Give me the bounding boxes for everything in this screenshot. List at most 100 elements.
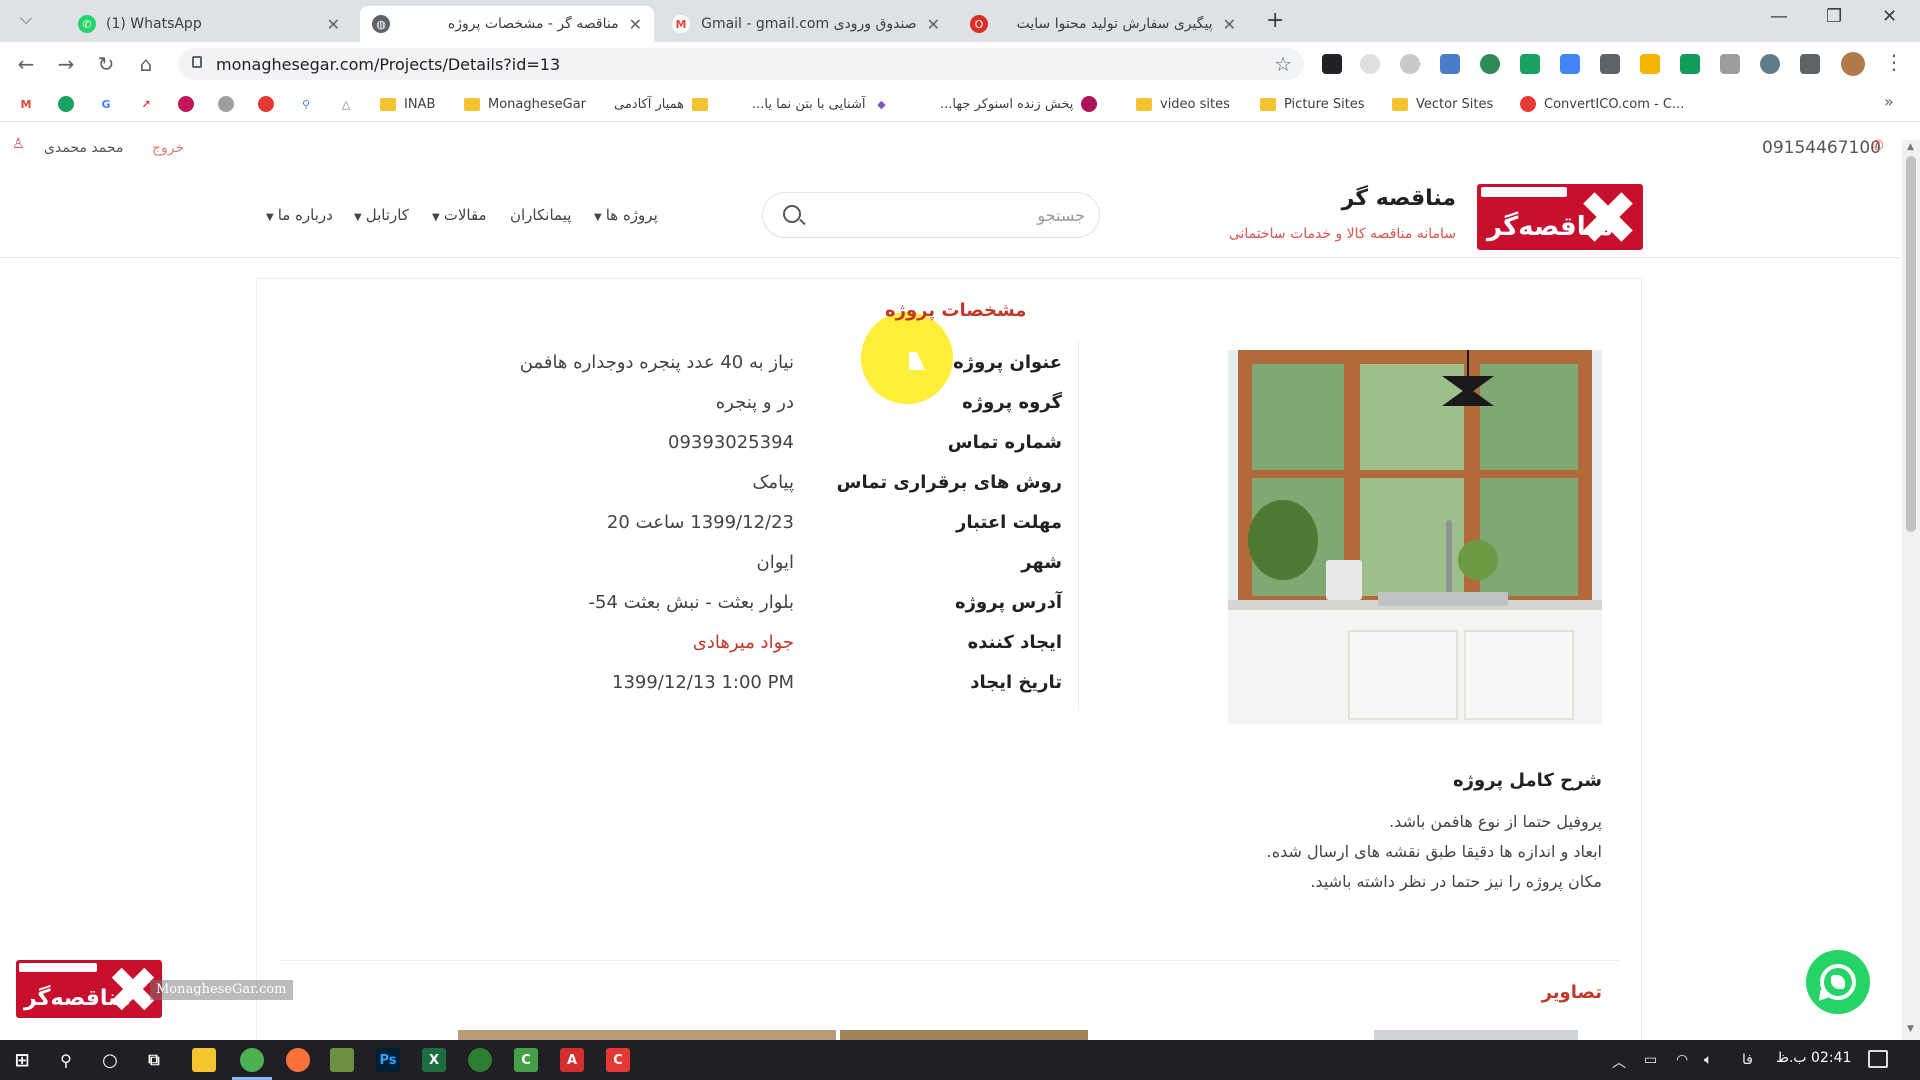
- camtasia-icon[interactable]: C: [514, 1048, 538, 1072]
- user-name[interactable]: محمد محمدی: [44, 140, 123, 156]
- extension-icon[interactable]: [1520, 54, 1540, 74]
- google-bookmark[interactable]: G: [98, 94, 122, 114]
- extension-icon[interactable]: [1720, 54, 1740, 74]
- gmail-bookmark[interactable]: M: [18, 94, 42, 114]
- more-bookmarks-icon[interactable]: »: [1884, 92, 1894, 111]
- translate-icon[interactable]: [1560, 54, 1580, 74]
- file-explorer-icon[interactable]: [192, 1048, 216, 1072]
- bookmark-shortcut[interactable]: ↗: [138, 94, 162, 114]
- close-icon[interactable]: ✕: [1223, 15, 1236, 34]
- site-logo[interactable]: مناقصه‌گر: [1477, 184, 1643, 250]
- logout-link[interactable]: خروج: [152, 140, 184, 156]
- bookmark-shortcut[interactable]: [258, 94, 282, 114]
- nav-dashboard[interactable]: کارتابل▼: [354, 206, 409, 224]
- menu-icon[interactable]: ⋮: [1884, 50, 1904, 74]
- firefox-icon[interactable]: [286, 1048, 310, 1072]
- cortana-icon[interactable]: ○: [98, 1048, 122, 1072]
- extension-icon[interactable]: [1640, 54, 1660, 74]
- tab-order-tracking[interactable]: O پیگیری سفارش تولید محتوا سایت ✕: [958, 6, 1248, 42]
- back-button[interactable]: ←: [14, 52, 38, 76]
- maximize-button[interactable]: ❐: [1826, 6, 1842, 27]
- bookmark-folder[interactable]: همیار آکادمی: [614, 94, 708, 114]
- nav-about[interactable]: درباره ما▼: [266, 206, 333, 224]
- page-scrollbar[interactable]: ▲ ▼: [1902, 140, 1920, 1040]
- photoshop-icon[interactable]: Ps: [376, 1048, 400, 1072]
- project-photo[interactable]: [1228, 350, 1602, 724]
- project-group-value: در و پنجره: [716, 392, 794, 413]
- nav-projects[interactable]: پروژه ها▼: [594, 206, 658, 224]
- close-icon[interactable]: ✕: [629, 15, 642, 34]
- lock-icon[interactable]: [192, 56, 202, 68]
- language-indicator[interactable]: فا: [1742, 1052, 1753, 1068]
- bookmark-star-icon[interactable]: ☆: [1274, 52, 1292, 76]
- scrollbar-thumb[interactable]: [1906, 156, 1916, 532]
- bookmark-folder[interactable]: MonagheseGar: [464, 94, 586, 114]
- extension-icon[interactable]: [1480, 54, 1500, 74]
- drive-icon[interactable]: [1680, 54, 1700, 74]
- folder-icon: [692, 98, 708, 111]
- nav-contractors[interactable]: پیمانکاران: [510, 206, 571, 224]
- url-text[interactable]: monaghesegar.com/Projects/Details?id=13: [216, 55, 560, 74]
- close-icon[interactable]: ✕: [327, 15, 340, 34]
- scroll-down-arrow-icon[interactable]: ▼: [1907, 1024, 1914, 1034]
- close-icon[interactable]: ✕: [927, 15, 940, 34]
- search-icon[interactable]: ⚲: [54, 1048, 78, 1072]
- bookmark-shortcut[interactable]: [178, 94, 202, 114]
- task-view-icon[interactable]: ⧉: [142, 1048, 166, 1072]
- bookmarks-bar: M G ↗ ⚲ △ INAB MonagheseGar همیار آکادمی…: [0, 86, 1920, 122]
- search-input[interactable]: [823, 201, 1085, 229]
- app-icon[interactable]: [330, 1048, 354, 1072]
- forward-button[interactable]: →: [54, 52, 78, 76]
- minimize-button[interactable]: —: [1770, 6, 1788, 27]
- extension-icon[interactable]: [1360, 54, 1380, 74]
- bookmark-shortcut[interactable]: [58, 94, 82, 114]
- notifications-icon[interactable]: [1868, 1050, 1888, 1068]
- creator-link[interactable]: جواد میرهادی: [693, 632, 794, 653]
- windows-start-icon[interactable]: ⊞: [10, 1048, 34, 1072]
- tab-project-details[interactable]: ◍ مناقصه گر - مشخصات پروژه ✕: [360, 6, 654, 42]
- search-icon[interactable]: [783, 205, 801, 223]
- volume-icon[interactable]: 🔈︎: [1704, 1052, 1712, 1068]
- reload-button[interactable]: ↻: [94, 52, 118, 76]
- taskbar-clock[interactable]: 02:41 ب.ظ: [1776, 1050, 1851, 1066]
- profile-avatar[interactable]: [1841, 52, 1865, 76]
- chrome-icon[interactable]: [240, 1048, 264, 1072]
- acrobat-icon[interactable]: A: [560, 1048, 584, 1072]
- close-window-button[interactable]: ✕: [1882, 6, 1897, 27]
- google-icon: G: [98, 96, 114, 112]
- tray-expand-icon[interactable]: ︿: [1612, 1052, 1626, 1072]
- address-bar[interactable]: monaghesegar.com/Projects/Details?id=13 …: [178, 48, 1304, 80]
- tab-search-icon[interactable]: ⌵: [20, 9, 32, 29]
- contact-method-value: پیامک: [752, 472, 794, 493]
- whatsapp-chat-button[interactable]: [1806, 950, 1870, 1014]
- battery-icon[interactable]: ▭: [1644, 1052, 1657, 1068]
- new-tab-button[interactable]: +: [1266, 8, 1284, 33]
- bookmark-folder[interactable]: Picture Sites: [1260, 94, 1365, 114]
- bookmark-folder[interactable]: Vector Sites: [1392, 94, 1493, 114]
- bookmark-shortcut[interactable]: ⚲: [298, 94, 322, 114]
- extension-icon[interactable]: [1400, 54, 1420, 74]
- bookmark-link[interactable]: ConvertICO.com - C...: [1520, 94, 1684, 114]
- extension-icon[interactable]: [1600, 54, 1620, 74]
- deadline-value: 1399/12/23 ساعت 20: [607, 512, 794, 533]
- extension-icon[interactable]: [1760, 54, 1780, 74]
- extension-icon[interactable]: [1440, 54, 1460, 74]
- excel-icon[interactable]: X: [422, 1048, 446, 1072]
- puzzle-icon[interactable]: [1800, 54, 1820, 74]
- bookmark-shortcut[interactable]: △: [338, 94, 362, 114]
- tab-gmail[interactable]: M صندوق ورودی Gmail - gmail.com ✕: [660, 6, 952, 42]
- bookmark-shortcut[interactable]: [218, 94, 242, 114]
- bookmark-folder[interactable]: video sites: [1136, 94, 1230, 114]
- scroll-up-arrow-icon[interactable]: ▲: [1907, 142, 1914, 152]
- bookmark-link[interactable]: ◆آشنایی با بتن نما یا...: [752, 94, 889, 114]
- extension-icon[interactable]: [1322, 54, 1342, 74]
- app-icon[interactable]: [468, 1048, 492, 1072]
- recorder-icon[interactable]: C: [606, 1048, 630, 1072]
- bookmark-link[interactable]: پخش زنده اسنوکر جها...: [940, 94, 1097, 114]
- tab-whatsapp[interactable]: ✆ (1) WhatsApp ✕: [66, 6, 352, 42]
- bookmark-folder[interactable]: INAB: [380, 94, 435, 114]
- wifi-icon[interactable]: ◠: [1676, 1052, 1688, 1068]
- home-button[interactable]: ⌂: [134, 52, 158, 76]
- brand-title[interactable]: مناقصه گر: [1342, 186, 1456, 211]
- nav-articles[interactable]: مقالات▼: [432, 206, 487, 224]
